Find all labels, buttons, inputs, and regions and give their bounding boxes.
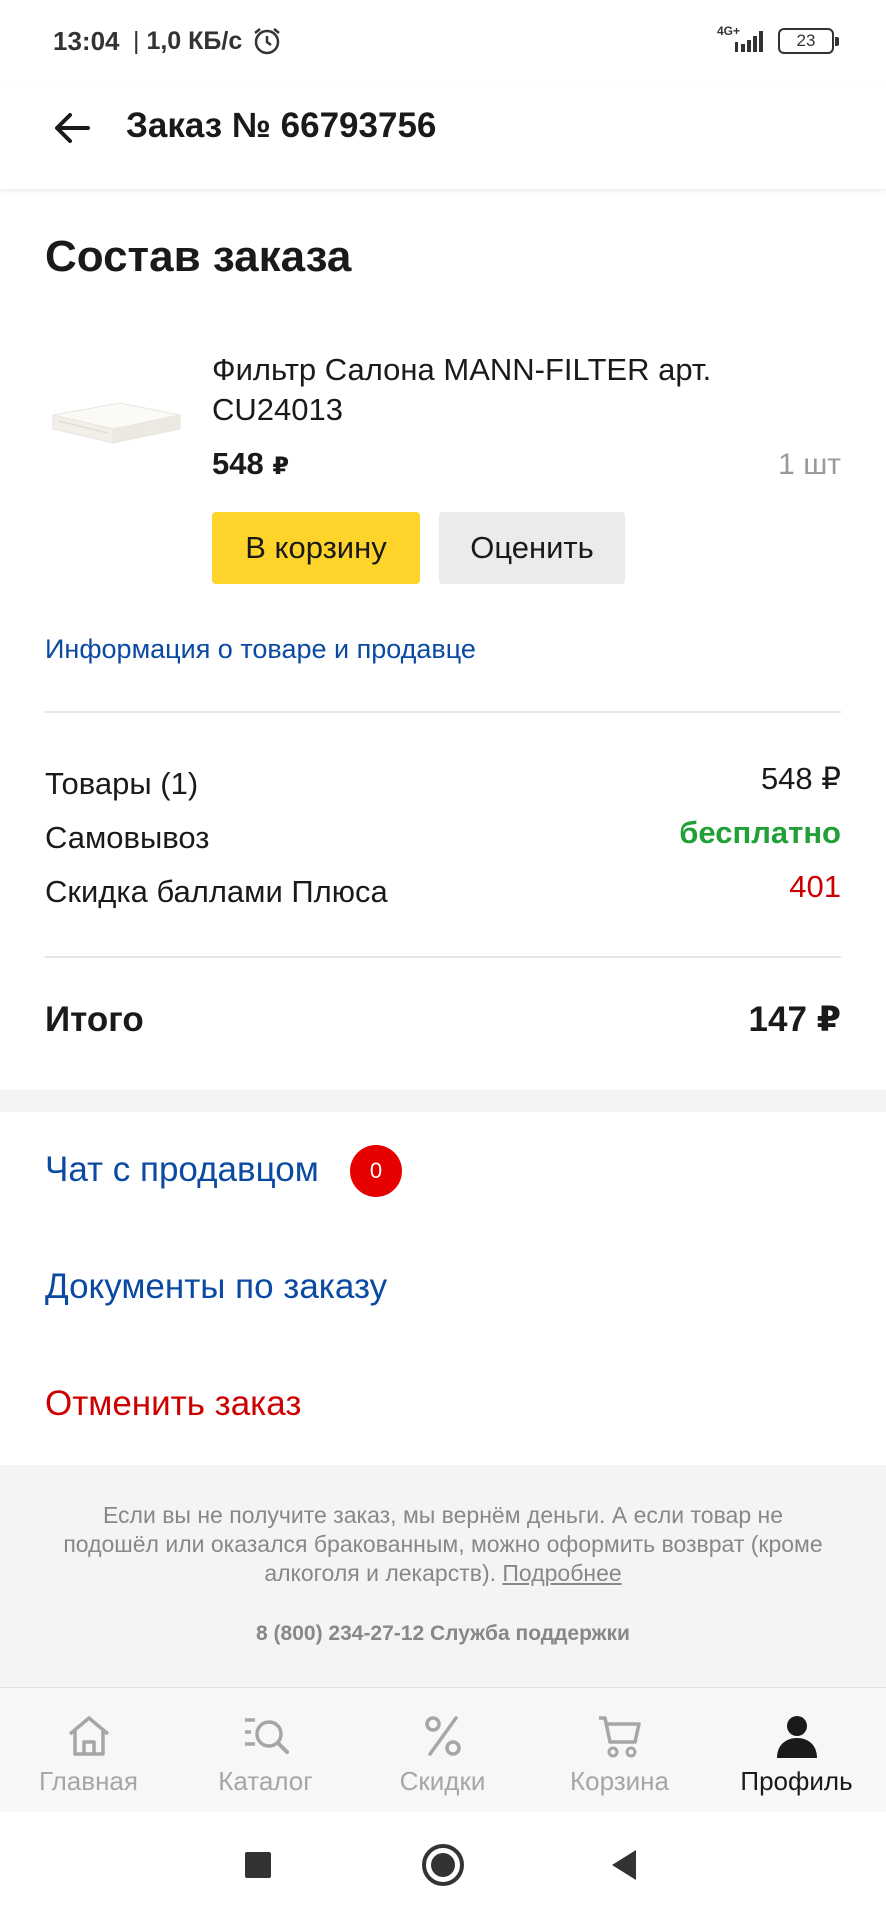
product-quantity: 1 шт <box>778 448 841 481</box>
pickup-value: бесплатно <box>679 815 841 850</box>
summary-row-discount: Скидка баллами Плюса 401 <box>45 869 841 914</box>
discount-label: Скидка баллами Плюса <box>45 874 388 909</box>
signal-icon <box>735 31 763 52</box>
order-title: Заказ № 66793756 <box>126 106 437 145</box>
recent-apps-icon[interactable] <box>233 1840 283 1890</box>
summary-row-goods: Товары (1) 548 ₽ <box>45 761 841 806</box>
more-link[interactable]: Подробнее <box>502 1560 621 1586</box>
currency-symbol: ₽ <box>272 453 290 480</box>
status-separator: | <box>133 27 140 55</box>
status-speed-value: 1,0 КБ/с <box>146 27 243 55</box>
product-price-value: 548 <box>212 446 264 481</box>
tab-label: Профиль <box>740 1766 853 1796</box>
divider <box>45 711 841 713</box>
rate-button[interactable]: Оценить <box>439 512 625 584</box>
back-arrow-icon[interactable] <box>50 106 94 150</box>
goods-value: 548 ₽ <box>760 761 841 796</box>
tab-discounts[interactable]: Скидки <box>354 1688 531 1813</box>
goods-label: Товары (1) <box>45 766 199 801</box>
total-value: 147 ₽ <box>748 1000 841 1039</box>
cart-icon <box>599 1716 641 1758</box>
tab-catalog[interactable]: Каталог <box>177 1688 354 1813</box>
app-bar: Заказ № 66793756 <box>0 84 886 189</box>
percent-icon <box>425 1716 461 1756</box>
total-label: Итого <box>45 1000 144 1039</box>
chat-unread-badge: 0 <box>350 1145 402 1197</box>
pickup-label: Самовывоз <box>45 820 210 855</box>
cancel-order-link[interactable]: Отменить заказ <box>45 1384 301 1424</box>
section-title: Состав заказа <box>45 232 352 281</box>
alarm-icon <box>254 28 280 55</box>
refund-text: Если вы не получите заказ, мы вернём ден… <box>63 1502 823 1586</box>
discount-value: 401 <box>789 869 841 904</box>
status-bar: 13:04 | 1,0 КБ/с 4G+ 23 <box>0 0 886 84</box>
tab-profile[interactable]: Профиль <box>708 1688 885 1813</box>
refund-info-block: Если вы не получите заказ, мы вернём ден… <box>0 1465 886 1687</box>
tab-label: Главная <box>39 1766 138 1796</box>
home-icon <box>68 1716 110 1756</box>
status-speed: | 1,0 КБ/с <box>133 27 242 56</box>
home-circle-icon[interactable] <box>418 1840 468 1890</box>
section-separator <box>0 1090 886 1112</box>
system-nav-bar <box>0 1812 886 1920</box>
battery-indicator: 23 <box>778 28 839 54</box>
status-time: 13:04 <box>53 26 120 56</box>
profile-icon <box>777 1716 817 1758</box>
add-to-cart-button[interactable]: В корзину <box>212 512 420 584</box>
tab-label: Скидки <box>399 1766 486 1796</box>
tab-home[interactable]: Главная <box>0 1688 177 1813</box>
support-phone[interactable]: 8 (800) 234-27-12 Служба поддержки <box>0 1622 886 1646</box>
divider <box>45 956 841 958</box>
product-seller-info-link[interactable]: Информация о товаре и продавце <box>45 634 476 665</box>
chat-with-seller-link[interactable]: Чат с продавцом <box>45 1150 319 1190</box>
order-documents-link[interactable]: Документы по заказу <box>45 1267 387 1307</box>
back-triangle-icon[interactable] <box>600 1840 650 1890</box>
product-price: 548 ₽ <box>212 446 289 482</box>
product-name[interactable]: Фильтр Салона MANN-FILTER арт. CU24013 <box>212 350 772 430</box>
tab-label: Каталог <box>218 1766 313 1796</box>
tab-cart[interactable]: Корзина <box>531 1688 708 1813</box>
bottom-tab-bar: Главная Каталог Скидки Корзина Профиль <box>0 1687 886 1812</box>
refund-info-text: Если вы не получите заказ, мы вернём ден… <box>60 1501 826 1588</box>
catalog-icon <box>245 1718 289 1754</box>
summary-row-pickup: Самовывоз бесплатно <box>45 815 841 860</box>
product-image[interactable] <box>45 385 185 455</box>
tab-label: Корзина <box>569 1766 670 1796</box>
